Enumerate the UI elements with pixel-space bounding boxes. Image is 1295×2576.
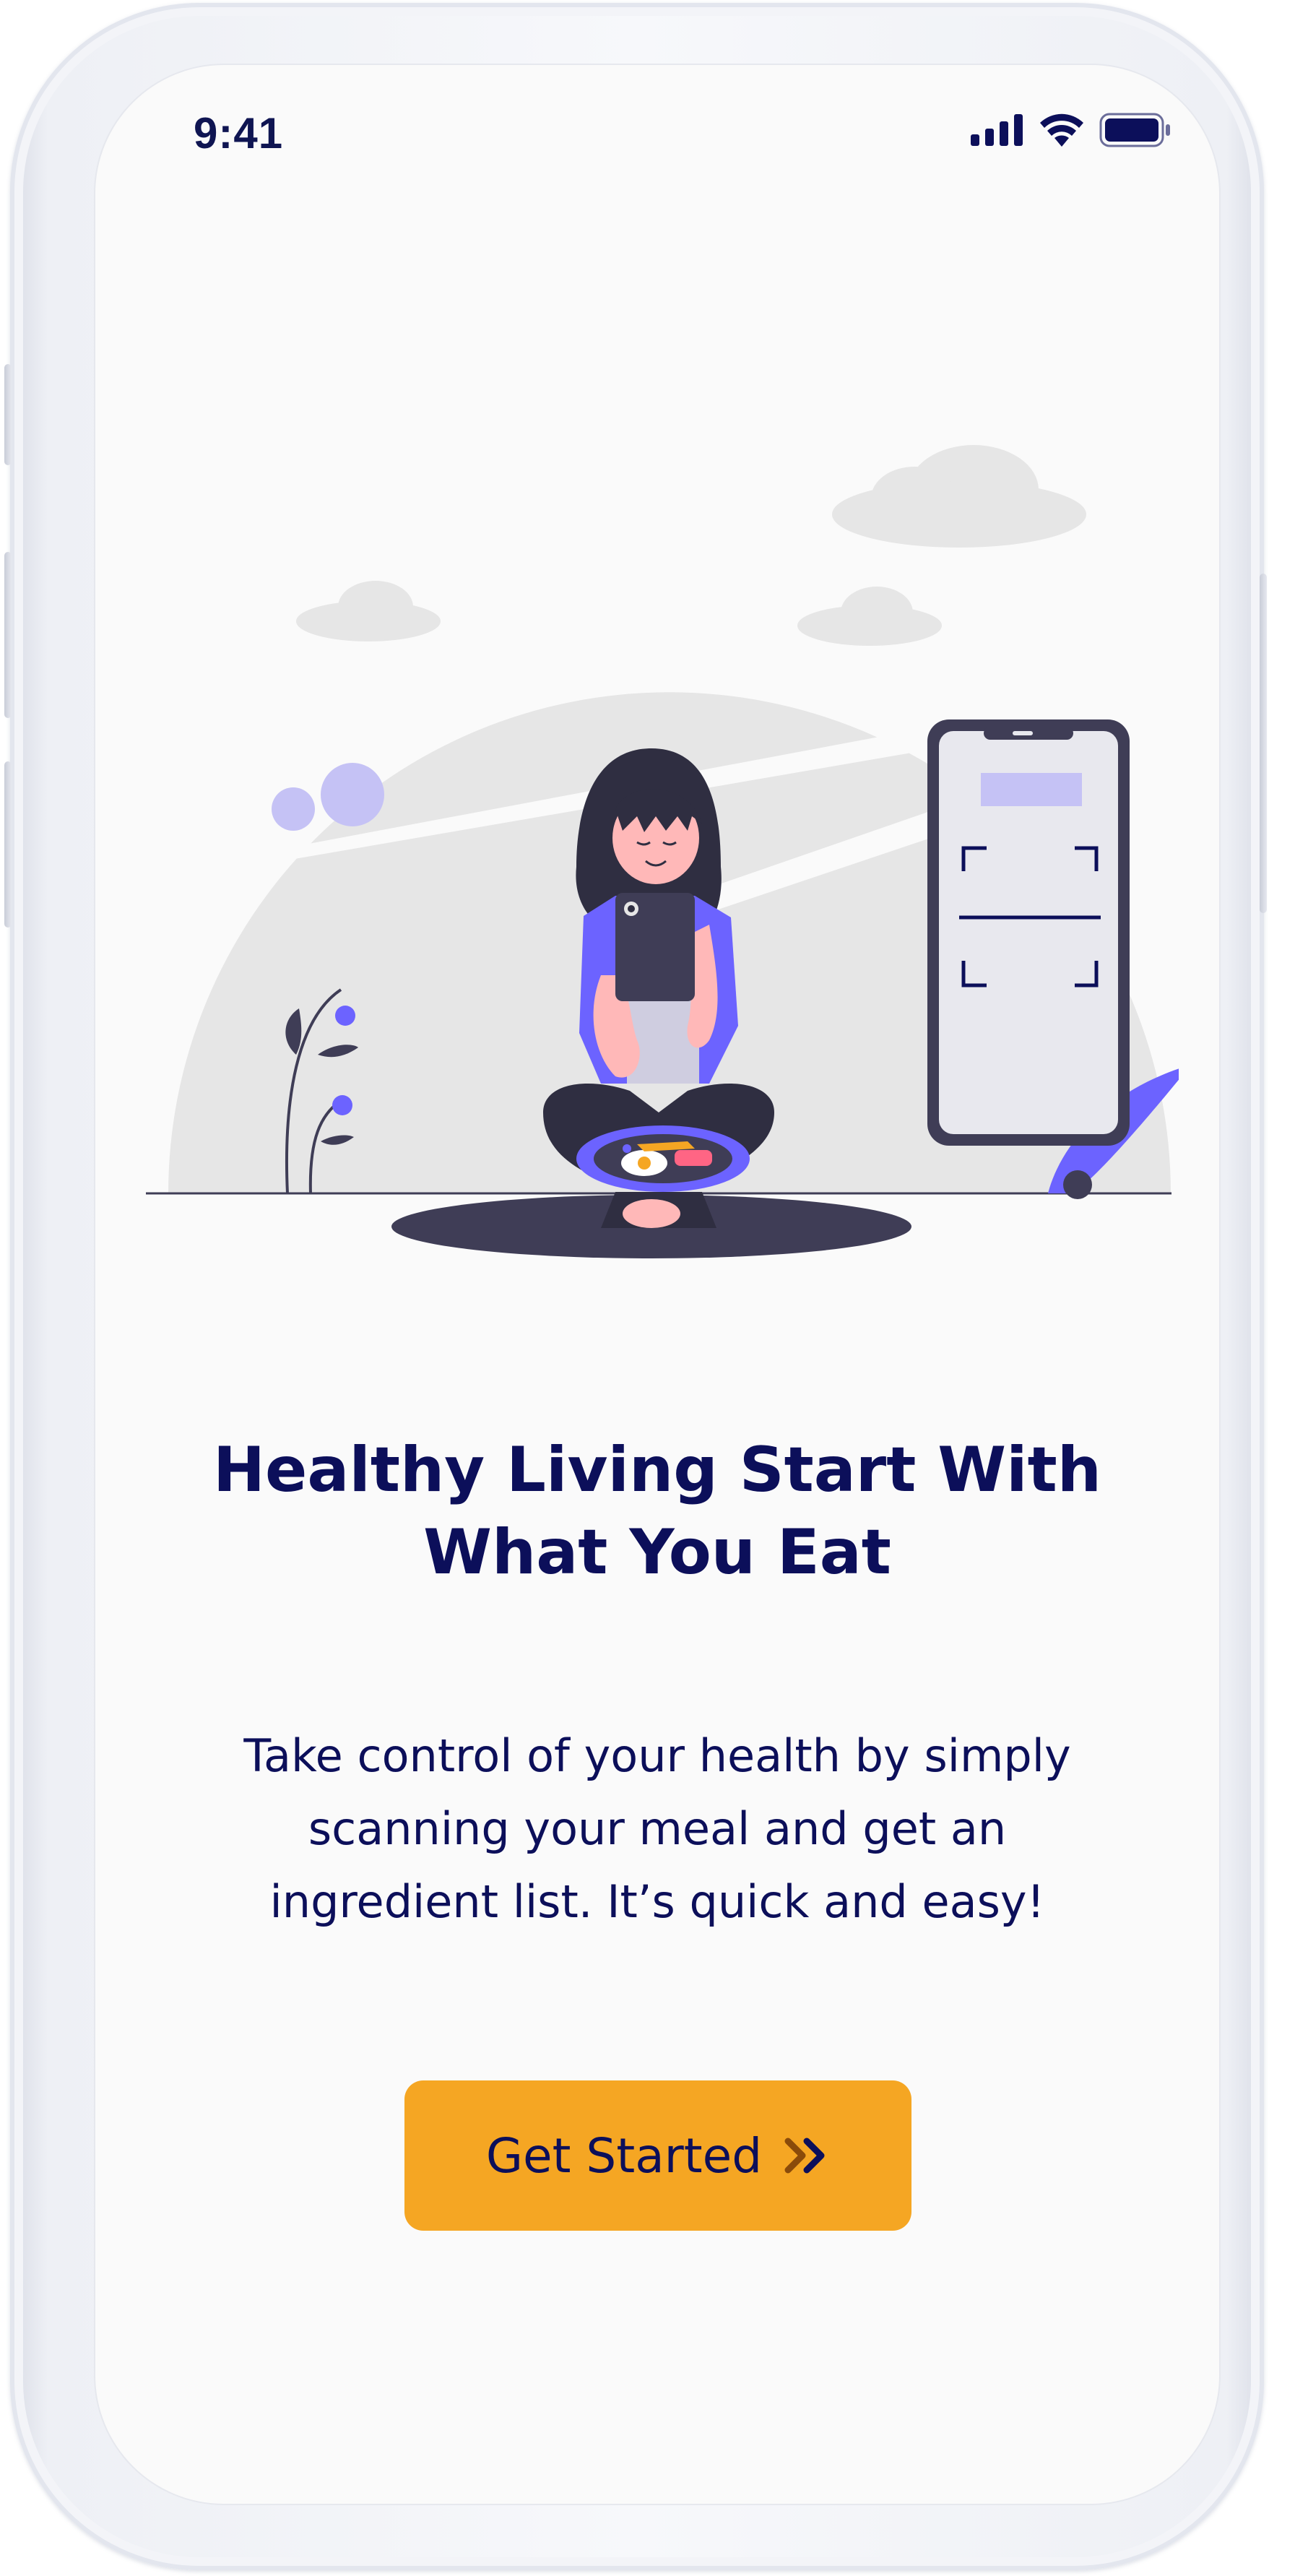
phone-frame: 9:41 Healthy Living Start With What You …	[4, 3, 1267, 2570]
onboarding-headline: Healthy Living Start With What You Eat	[95, 1429, 1219, 1594]
volume-down-button	[4, 761, 12, 928]
power-button	[1260, 574, 1267, 913]
volume-up-button	[4, 552, 12, 718]
battery-icon	[1099, 113, 1171, 151]
description-line: scanning your meal and get an	[308, 1802, 1007, 1855]
get-started-button[interactable]: Get Started	[404, 2080, 911, 2231]
app-screen: 9:41 Healthy Living Start With What You …	[95, 65, 1219, 2504]
cloud-icon	[296, 445, 1086, 646]
status-time: 9:41	[194, 109, 284, 157]
description-line: ingredient list. It’s quick and easy!	[269, 1875, 1045, 1928]
headline-line: What You Eat	[423, 1516, 891, 1589]
mute-switch	[4, 364, 12, 465]
hero-illustration	[139, 405, 1191, 1275]
wifi-icon	[1039, 113, 1085, 150]
double-chevron-right-icon	[784, 2137, 830, 2174]
get-started-label: Get Started	[485, 2127, 763, 2184]
cellular-signal-icon	[971, 114, 1024, 150]
description-line: Take control of your health by simply	[243, 1729, 1071, 1782]
headline-line: Healthy Living Start With	[213, 1434, 1101, 1506]
status-icons	[971, 113, 1171, 151]
onboarding-description: Take control of your health by simply sc…	[175, 1719, 1140, 1938]
